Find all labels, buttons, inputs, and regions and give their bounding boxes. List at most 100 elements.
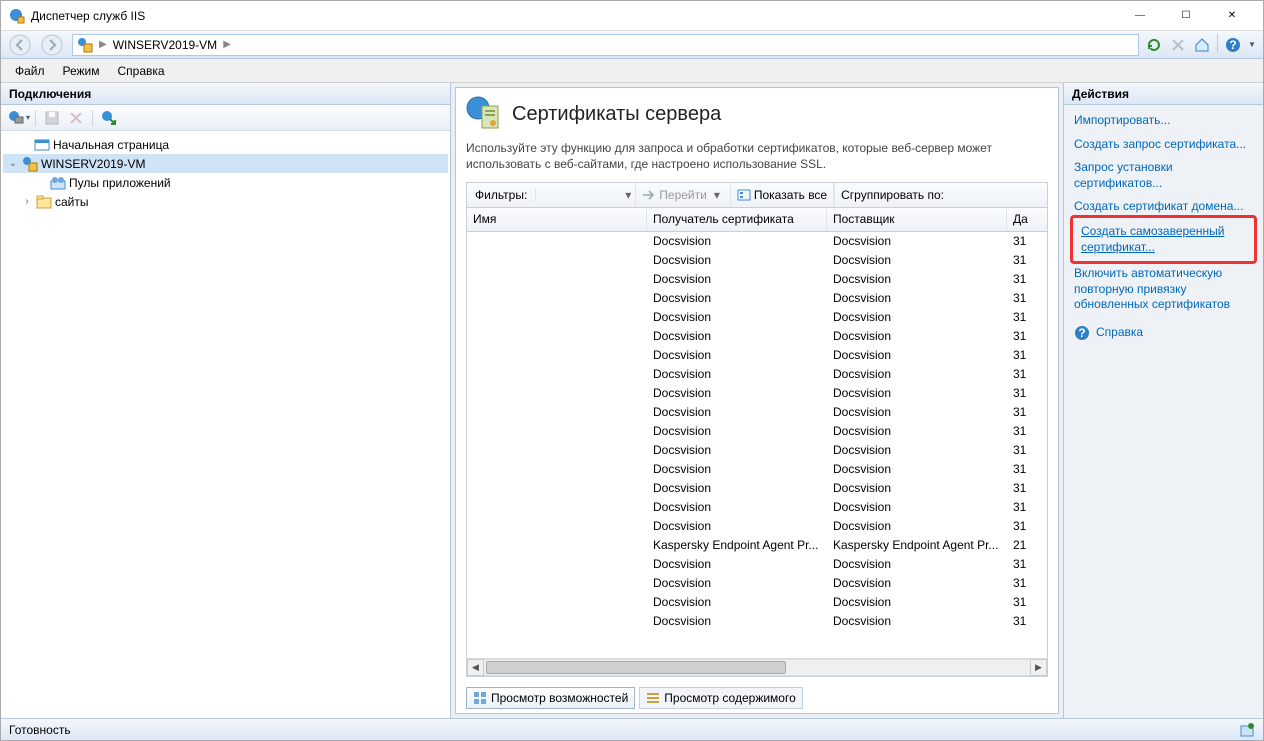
cell: Docsvision bbox=[827, 289, 1007, 308]
action-import[interactable]: Импортировать... bbox=[1066, 109, 1261, 133]
table-row[interactable]: DocsvisionDocsvision31 bbox=[467, 308, 1047, 327]
tree-start-page[interactable]: Начальная страница bbox=[3, 135, 448, 154]
nav-forward-button[interactable] bbox=[36, 33, 68, 57]
tree-apppools-node[interactable]: Пулы приложений bbox=[3, 173, 448, 192]
cell: 31 bbox=[1007, 517, 1047, 536]
menu-help[interactable]: Справка bbox=[110, 61, 173, 81]
cell bbox=[467, 612, 647, 631]
nav-back-button[interactable] bbox=[4, 33, 36, 57]
breadcrumb-separator-icon: ▶ bbox=[223, 39, 231, 50]
maximize-button[interactable]: ☐ bbox=[1163, 2, 1209, 30]
cell: Docsvision bbox=[647, 308, 827, 327]
filter-input[interactable]: ▾ bbox=[536, 183, 636, 207]
status-text: Готовность bbox=[9, 723, 71, 737]
scroll-thumb[interactable] bbox=[486, 661, 786, 674]
action-create-request[interactable]: Создать запрос сертификата... bbox=[1066, 133, 1261, 157]
home-button[interactable] bbox=[1191, 34, 1213, 56]
help-dropdown-button[interactable]: ? bbox=[1222, 34, 1244, 56]
cell: 31 bbox=[1007, 251, 1047, 270]
table-row[interactable]: DocsvisionDocsvision31 bbox=[467, 289, 1047, 308]
connections-tree[interactable]: Начальная страница ⌄ WINSERV2019-VM Пулы… bbox=[1, 131, 450, 718]
cell: Docsvision bbox=[647, 460, 827, 479]
help-dropdown-arrow[interactable]: ▼ bbox=[1246, 34, 1258, 56]
filter-go-button[interactable]: Перейти▾ bbox=[636, 183, 731, 207]
col-issuedto[interactable]: Получатель сертификата bbox=[647, 208, 827, 231]
table-row[interactable]: DocsvisionDocsvision31 bbox=[467, 422, 1047, 441]
table-row[interactable]: DocsvisionDocsvision31 bbox=[467, 441, 1047, 460]
table-row[interactable]: DocsvisionDocsvision31 bbox=[467, 498, 1047, 517]
col-date[interactable]: Да bbox=[1007, 208, 1067, 231]
menu-file[interactable]: Файл bbox=[7, 61, 53, 81]
table-row[interactable]: DocsvisionDocsvision31 bbox=[467, 403, 1047, 422]
cell: Docsvision bbox=[647, 384, 827, 403]
tree-server-label: WINSERV2019-VM bbox=[41, 157, 145, 171]
collapse-icon[interactable]: ⌄ bbox=[7, 158, 19, 169]
table-row[interactable]: DocsvisionDocsvision31 bbox=[467, 232, 1047, 251]
col-name[interactable]: Имя bbox=[467, 208, 647, 231]
features-view-icon bbox=[473, 691, 487, 705]
minimize-button[interactable]: — bbox=[1117, 2, 1163, 30]
filter-showall-button[interactable]: Показать все bbox=[731, 183, 834, 207]
table-row[interactable]: DocsvisionDocsvision31 bbox=[467, 270, 1047, 289]
table-row[interactable]: DocsvisionDocsvision31 bbox=[467, 555, 1047, 574]
address-bar[interactable]: ▶ WINSERV2019-VM ▶ bbox=[72, 34, 1139, 56]
connections-header: Подключения bbox=[1, 83, 450, 105]
table-row[interactable]: Kaspersky Endpoint Agent Pr...Kaspersky … bbox=[467, 536, 1047, 555]
cell: Docsvision bbox=[827, 365, 1007, 384]
svg-text:?: ? bbox=[1078, 326, 1085, 340]
action-install-request[interactable]: Запрос установки сертификатов... bbox=[1066, 156, 1261, 195]
cell: Docsvision bbox=[827, 593, 1007, 612]
sites-folder-icon bbox=[36, 194, 52, 210]
cell: Docsvision bbox=[647, 346, 827, 365]
cell: Docsvision bbox=[647, 289, 827, 308]
actions-header: Действия bbox=[1064, 83, 1263, 105]
table-row[interactable]: DocsvisionDocsvision31 bbox=[467, 346, 1047, 365]
titlebar: Диспетчер служб IIS — ☐ ✕ bbox=[1, 1, 1263, 31]
cell: 31 bbox=[1007, 289, 1047, 308]
table-row[interactable]: DocsvisionDocsvision31 bbox=[467, 612, 1047, 631]
table-row[interactable]: DocsvisionDocsvision31 bbox=[467, 517, 1047, 536]
cell bbox=[467, 517, 647, 536]
status-config-icon[interactable] bbox=[1239, 722, 1255, 738]
table-row[interactable]: DocsvisionDocsvision31 bbox=[467, 384, 1047, 403]
help-icon: ? bbox=[1074, 325, 1090, 341]
filter-dropdown-icon[interactable]: ▾ bbox=[621, 188, 635, 202]
view-content-tab[interactable]: Просмотр содержимого bbox=[639, 687, 802, 709]
refresh-connections-icon[interactable] bbox=[98, 107, 120, 129]
action-create-self-signed[interactable]: Создать самозаверенный сертификат... bbox=[1073, 220, 1254, 259]
breadcrumb-server[interactable]: WINSERV2019-VM bbox=[113, 38, 217, 52]
tree-sites-label: сайты bbox=[55, 195, 89, 209]
table-row[interactable]: DocsvisionDocsvision31 bbox=[467, 574, 1047, 593]
table-row[interactable]: DocsvisionDocsvision31 bbox=[467, 365, 1047, 384]
certificates-grid[interactable]: Имя Получатель сертификата Поставщик Да … bbox=[466, 208, 1048, 677]
cell: Docsvision bbox=[647, 327, 827, 346]
stop-button[interactable] bbox=[1167, 34, 1189, 56]
menu-mode[interactable]: Режим bbox=[55, 61, 108, 81]
horizontal-scrollbar[interactable]: ◀ ▶ bbox=[467, 658, 1047, 676]
save-icon[interactable] bbox=[41, 107, 63, 129]
cell: 21 bbox=[1007, 536, 1047, 555]
cell bbox=[467, 327, 647, 346]
view-features-tab[interactable]: Просмотр возможностей bbox=[466, 687, 635, 709]
close-button[interactable]: ✕ bbox=[1209, 2, 1255, 30]
connect-icon[interactable] bbox=[5, 107, 27, 129]
scroll-left-icon[interactable]: ◀ bbox=[467, 659, 484, 676]
cell: Docsvision bbox=[647, 498, 827, 517]
menu-bar: Файл Режим Справка bbox=[1, 59, 1263, 83]
refresh-button[interactable] bbox=[1143, 34, 1165, 56]
delete-icon[interactable] bbox=[65, 107, 87, 129]
col-issuer[interactable]: Поставщик bbox=[827, 208, 1007, 231]
table-row[interactable]: DocsvisionDocsvision31 bbox=[467, 327, 1047, 346]
table-row[interactable]: DocsvisionDocsvision31 bbox=[467, 460, 1047, 479]
actions-panel: Действия Импортировать... Создать запрос… bbox=[1063, 83, 1263, 718]
action-help[interactable]: ? Справка bbox=[1066, 321, 1261, 345]
table-row[interactable]: DocsvisionDocsvision31 bbox=[467, 479, 1047, 498]
table-row[interactable]: DocsvisionDocsvision31 bbox=[467, 251, 1047, 270]
table-row[interactable]: DocsvisionDocsvision31 bbox=[467, 593, 1047, 612]
tree-server-node[interactable]: ⌄ WINSERV2019-VM bbox=[3, 154, 448, 173]
action-enable-rebind[interactable]: Включить автоматическую повторную привяз… bbox=[1066, 262, 1261, 317]
filter-groupby[interactable]: Сгруппировать по: bbox=[835, 183, 950, 207]
tree-sites-node[interactable]: › сайты bbox=[3, 192, 448, 211]
scroll-right-icon[interactable]: ▶ bbox=[1030, 659, 1047, 676]
expand-icon[interactable]: › bbox=[21, 196, 33, 207]
